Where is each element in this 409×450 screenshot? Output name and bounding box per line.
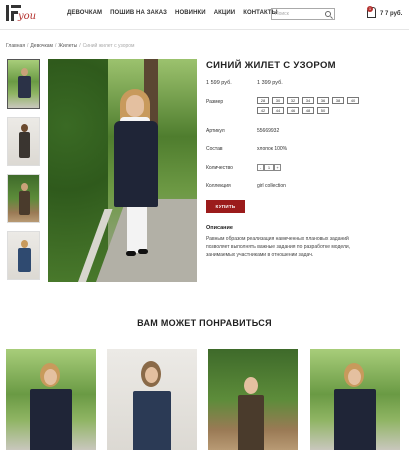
- article-value: 55669932: [257, 128, 280, 134]
- qty-value[interactable]: 1: [264, 164, 274, 171]
- collection-label: Коллекция: [206, 183, 231, 189]
- breadcrumb-separator: /: [79, 43, 81, 49]
- quantity-label: Количество: [206, 165, 233, 171]
- size-option[interactable]: 50: [317, 107, 329, 114]
- breadcrumb-home[interactable]: Главная: [6, 43, 25, 49]
- recommendation-card-3[interactable]: [208, 349, 298, 450]
- size-option[interactable]: 42: [257, 107, 269, 114]
- collection-value: girl collection: [257, 183, 286, 189]
- cart-total[interactable]: 7 7 руб.: [380, 11, 402, 17]
- size-option[interactable]: 32: [287, 97, 299, 104]
- search-input[interactable]: Поиск: [271, 8, 335, 20]
- size-option[interactable]: 34: [302, 97, 314, 104]
- qty-plus-button[interactable]: +: [274, 164, 281, 171]
- nav-item-new[interactable]: НОВИНКИ: [175, 10, 206, 16]
- size-option[interactable]: 46: [287, 107, 299, 114]
- qty-minus-button[interactable]: -: [257, 164, 264, 171]
- nav-item-custom-tailoring[interactable]: ПОШИВ НА ЗАКАЗ: [110, 10, 167, 16]
- size-option[interactable]: 30: [272, 97, 284, 104]
- size-option[interactable]: 48: [302, 107, 314, 114]
- cart-count-badge: 1: [367, 6, 373, 12]
- article-label: Артикул: [206, 128, 225, 134]
- quantity-stepper: - 1 +: [257, 164, 281, 171]
- size-option[interactable]: 44: [272, 107, 284, 114]
- nav-item-sales[interactable]: АКЦИИ: [214, 10, 236, 16]
- recommendation-card-4[interactable]: [310, 349, 400, 450]
- composition-value: хлопок 100%: [257, 146, 288, 152]
- breadcrumb-separator: /: [27, 43, 29, 49]
- composition-label: Состав: [206, 146, 223, 152]
- buy-button[interactable]: КУПИТЬ: [206, 200, 245, 213]
- size-option[interactable]: 28: [257, 97, 269, 104]
- breadcrumb-separator: /: [54, 43, 57, 49]
- size-selector: 28 30 32 34 36 38 40 42 44 46 48 50: [257, 97, 373, 114]
- product-main-image[interactable]: [48, 59, 197, 282]
- site-logo[interactable]: you: [6, 3, 36, 25]
- size-option[interactable]: 36: [317, 97, 329, 104]
- breadcrumb: Главная / Девочкам / Жилеты / Синий жилет с уз…: [6, 43, 135, 49]
- breadcrumb-girls[interactable]: Девочкам: [30, 43, 53, 49]
- description-heading: Описание: [206, 225, 233, 231]
- size-label: Размер: [206, 99, 224, 105]
- thumbnail-3[interactable]: [7, 174, 40, 223]
- product-title: СИНИЙ ЖИЛЕТ С УЗОРОМ: [206, 60, 336, 71]
- size-option[interactable]: 40: [347, 97, 359, 104]
- breadcrumb-vests[interactable]: Жилеты: [58, 43, 77, 49]
- search-icon[interactable]: [325, 11, 331, 17]
- recommendation-card-2[interactable]: [107, 349, 197, 450]
- thumbnail-1[interactable]: [7, 59, 40, 109]
- thumbnail-4[interactable]: [7, 231, 40, 280]
- logo-text: you: [18, 11, 37, 22]
- nav-item-girls[interactable]: ДЕВОЧКАМ: [67, 10, 102, 16]
- breadcrumb-current: Синий жилет с узором: [82, 43, 135, 49]
- description-text: Равным образом реализация намеченных пла…: [206, 236, 351, 258]
- main-nav: ДЕВОЧКАМ ПОШИВ НА ЗАКАЗ НОВИНКИ АКЦИИ КО…: [67, 10, 278, 16]
- search-placeholder: Поиск: [275, 11, 289, 17]
- current-price: 1 399 руб.: [257, 80, 283, 86]
- recommendation-card-1[interactable]: [6, 349, 96, 450]
- recommendations-title: ВАМ МОЖЕТ ПОНРАВИТЬСЯ: [137, 318, 272, 328]
- site-header: you ДЕВОЧКАМ ПОШИВ НА ЗАКАЗ НОВИНКИ АКЦИ…: [0, 0, 409, 30]
- size-option[interactable]: 38: [332, 97, 344, 104]
- old-price: 1 599 руб.: [206, 80, 232, 86]
- thumbnail-2[interactable]: [7, 117, 40, 166]
